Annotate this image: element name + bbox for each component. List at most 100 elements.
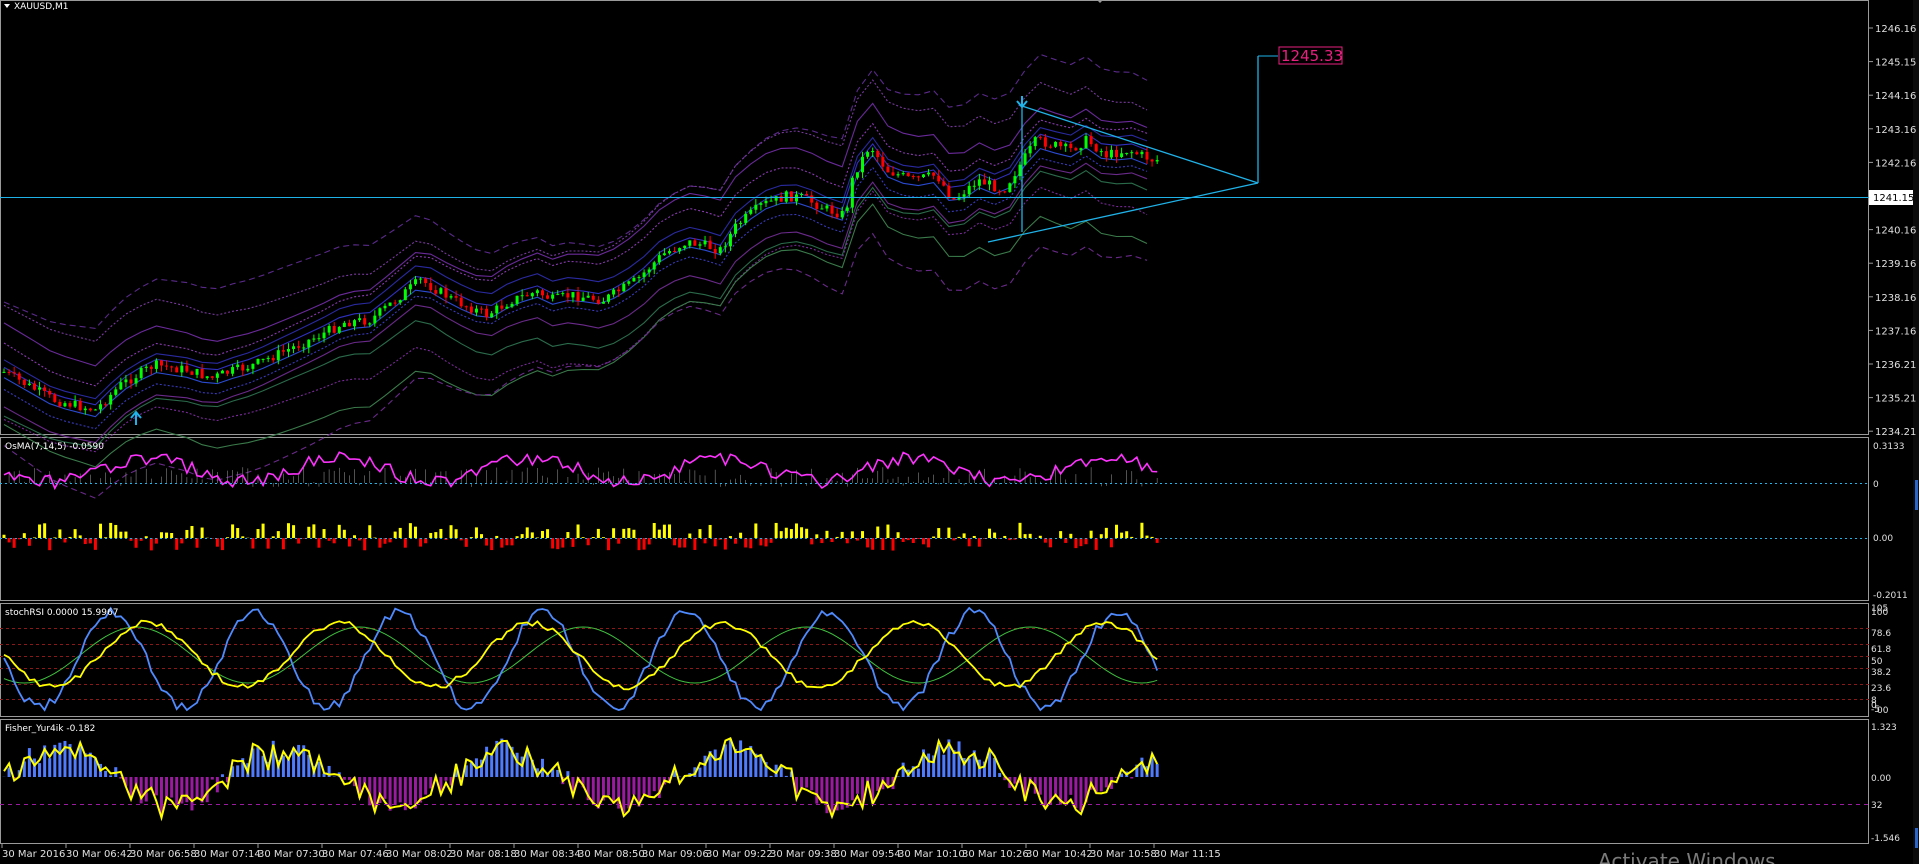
current-price-value: 1241.15 bbox=[1873, 193, 1914, 204]
candle-body bbox=[652, 262, 656, 270]
candle-body bbox=[180, 365, 184, 373]
candle-body bbox=[800, 193, 804, 195]
candle-body bbox=[637, 277, 641, 279]
candle-body bbox=[967, 185, 971, 195]
fisher-bar bbox=[723, 744, 727, 777]
osma-bar bbox=[175, 538, 179, 550]
candle-body bbox=[266, 357, 270, 359]
candle-body bbox=[937, 175, 941, 182]
main-price-panel[interactable] bbox=[0, 0, 1869, 435]
trading-chart[interactable]: 1245.33 XAUUSD,M1 OsMA(7,14,5) -0.0590 s… bbox=[0, 0, 1919, 864]
candle-body bbox=[657, 255, 661, 263]
fisher-bar bbox=[398, 777, 402, 803]
candle-body bbox=[256, 358, 260, 364]
fisher-bar bbox=[1104, 777, 1108, 788]
candle-body bbox=[520, 295, 524, 297]
stochrsi-axis: 105 100 78.6 61.8 50 38.2 23.6 8 0 -5 00 bbox=[1871, 604, 1891, 716]
candle-body bbox=[581, 297, 585, 302]
fisher-bar bbox=[317, 761, 321, 777]
symbol-title[interactable]: XAUUSD,M1 bbox=[4, 2, 69, 12]
fisher-bar bbox=[830, 777, 834, 813]
candle-body bbox=[1074, 148, 1078, 151]
fisher-bar bbox=[281, 755, 285, 777]
candle-body bbox=[688, 240, 692, 246]
time-axis[interactable]: 30 Mar 2016 30 Mar 06:4230 Mar 06:5830 Ma… bbox=[1, 844, 1221, 860]
candle-body bbox=[612, 289, 616, 295]
candle-body bbox=[1054, 141, 1058, 147]
fisher-bar bbox=[144, 777, 148, 802]
fisher-bar bbox=[744, 750, 748, 777]
osma-bar bbox=[495, 535, 499, 538]
osma-bar bbox=[165, 532, 169, 538]
fisher-bar bbox=[32, 758, 36, 777]
candle-body bbox=[22, 379, 26, 385]
fisher-bar bbox=[159, 777, 163, 815]
candle-body bbox=[1120, 153, 1124, 158]
candle-body bbox=[236, 364, 240, 368]
candle-body bbox=[871, 150, 875, 153]
fisher-title: Fisher_Yur4ik -0.182 bbox=[5, 724, 95, 734]
candle-body bbox=[292, 346, 296, 349]
candle-body bbox=[383, 305, 387, 309]
osma-bar bbox=[754, 523, 758, 538]
osma-bar bbox=[840, 531, 844, 538]
osma-bar bbox=[744, 538, 748, 548]
candle-body bbox=[327, 326, 331, 333]
candle-body bbox=[129, 379, 133, 384]
candle-body bbox=[662, 253, 666, 256]
osma-bar bbox=[53, 537, 57, 538]
osma-bar bbox=[520, 534, 524, 538]
candle-body bbox=[297, 346, 301, 348]
osma-panel[interactable] bbox=[0, 437, 1869, 601]
osma-bar bbox=[429, 532, 433, 538]
osma-bar bbox=[32, 537, 36, 538]
osma-bar bbox=[708, 524, 712, 538]
candle-body bbox=[881, 157, 885, 167]
fisher-bar bbox=[1043, 777, 1047, 809]
candle-body bbox=[942, 181, 946, 186]
fisher-panel[interactable] bbox=[0, 719, 1869, 844]
osma-bar bbox=[916, 538, 920, 539]
osma-bar bbox=[398, 527, 402, 538]
osma-bar bbox=[434, 532, 438, 538]
candle-body bbox=[901, 173, 905, 175]
fisher-bar bbox=[942, 754, 946, 777]
time-label: 30 Mar 07:46 bbox=[322, 849, 389, 860]
osma-bar bbox=[586, 538, 590, 546]
time-label: 30 Mar 11:15 bbox=[1154, 849, 1221, 860]
scrollbar-thumb-lower[interactable] bbox=[1915, 828, 1918, 848]
price-axis[interactable]: 1246.16 1245.15 1244.16 1243.16 1242.16 1240.… bbox=[1869, 24, 1916, 438]
candle-body bbox=[815, 202, 819, 209]
osma-bar bbox=[281, 538, 285, 550]
osma-bar bbox=[439, 528, 443, 538]
osma-bar bbox=[2, 534, 6, 538]
stochrsi-panel[interactable] bbox=[0, 603, 1869, 717]
candle-body bbox=[1130, 152, 1134, 154]
candle-body bbox=[373, 315, 377, 324]
candle-body bbox=[784, 191, 788, 202]
fisher-axis-level: 32 bbox=[1871, 801, 1882, 811]
osma-bar bbox=[891, 538, 895, 551]
candle-body bbox=[307, 339, 311, 348]
osma-bar bbox=[688, 533, 692, 538]
osma-bar bbox=[378, 538, 382, 548]
osma-bar bbox=[114, 524, 118, 538]
fisher-bar bbox=[1064, 777, 1068, 806]
time-label: 30 Mar 08:34 bbox=[514, 849, 581, 860]
osma-bar bbox=[546, 529, 550, 538]
osma-bar bbox=[408, 523, 412, 538]
fisher-bar bbox=[632, 777, 636, 795]
candle-body bbox=[83, 408, 87, 411]
candle-body bbox=[774, 196, 778, 201]
candle-body bbox=[586, 295, 590, 298]
scrollbar-thumb-upper[interactable] bbox=[1915, 480, 1918, 510]
osma-bar bbox=[78, 535, 82, 538]
fisher-bar bbox=[408, 777, 412, 805]
time-label: 30 Mar 06:58 bbox=[130, 849, 197, 860]
stoch-axis-786: 78.6 bbox=[1871, 629, 1891, 639]
candle-body bbox=[642, 272, 646, 278]
osma-bar bbox=[642, 538, 646, 550]
price-label: 1235.21 bbox=[1875, 394, 1916, 405]
osma-bar bbox=[627, 528, 631, 538]
osma-bar bbox=[723, 538, 727, 550]
